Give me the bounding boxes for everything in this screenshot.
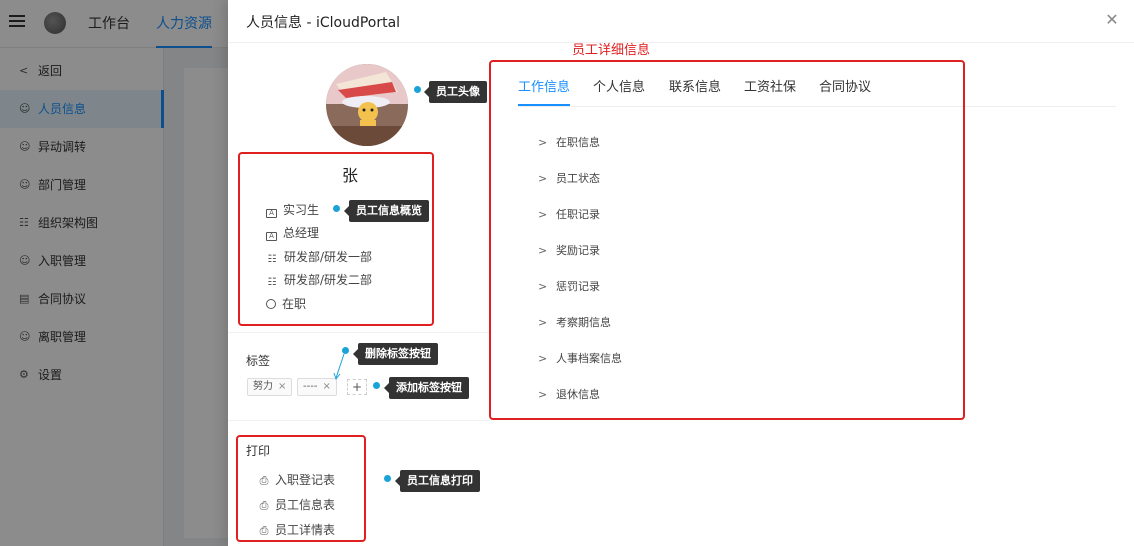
divider [228,332,490,333]
annotation-detail-title: 员工详细信息 [572,43,651,58]
tag-text: 努力 [253,381,273,392]
tag-text: ---- [303,381,318,392]
close-icon[interactable]: × [322,381,330,392]
annotation-avatar: 员工头像 [424,81,487,103]
tag-item: 努力 × [247,378,293,396]
annotation-detail-box [489,60,965,420]
annotation-delete-tag: 删除标签按钮 [353,343,438,365]
annotation-print: 员工信息打印 [395,470,480,492]
tags-label: 标签 [246,354,271,368]
personnel-drawer: 人员信息 - iCloudPortal ✕ 张 A 实习生 A 总经理 ☷ 研发部/研… [228,0,1134,546]
annotation-dot [373,382,380,389]
drawer-header: 人员信息 - iCloudPortal ✕ [228,0,1134,43]
add-tag-button[interactable]: + [347,379,367,395]
annotation-dot [414,86,421,93]
close-icon[interactable]: × [278,381,286,392]
annotation-print-box [236,435,366,542]
close-icon[interactable]: ✕ [1104,12,1120,28]
annotation-dot [384,475,391,482]
annotation-arrow [333,353,345,381]
annotation-add-tag: 添加标签按钮 [384,377,469,399]
annotation-overview-box [238,152,434,326]
annotation-overview: 员工信息概览 [344,200,429,222]
annotation-dot [333,205,340,212]
drawer-title: 人员信息 - iCloudPortal [246,15,401,31]
employee-avatar [326,64,408,146]
divider [228,420,490,421]
tag-item: ---- × [297,378,337,396]
